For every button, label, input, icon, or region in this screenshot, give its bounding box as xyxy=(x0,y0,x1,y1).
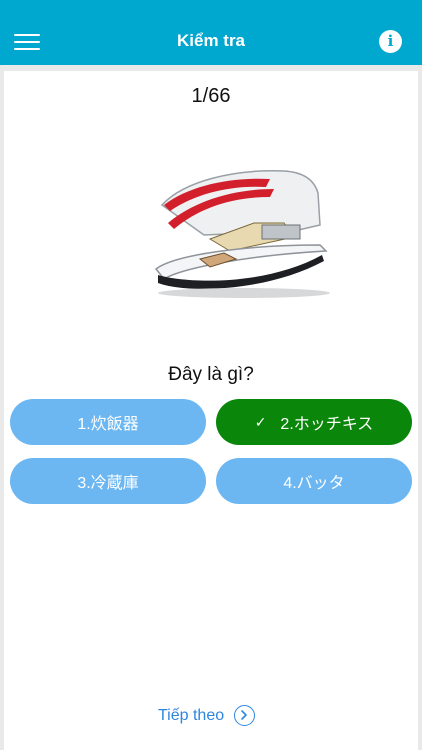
stapler-illustration xyxy=(154,170,330,298)
page-title: Kiểm tra xyxy=(176,31,246,50)
top-bar: Kiểm tra i xyxy=(0,0,422,65)
answer-label: 1.炊飯器 xyxy=(77,416,139,433)
question-text: Đây là gì? xyxy=(168,364,254,385)
chevron-right-circle-icon xyxy=(234,705,256,726)
info-icon[interactable]: i xyxy=(379,30,402,53)
next-label: Tiếp theo xyxy=(158,706,225,724)
question-counter: 1/66 xyxy=(191,85,231,107)
next-button[interactable]: Tiếp theo xyxy=(158,705,256,726)
answer-option-4[interactable]: 4.バッタ xyxy=(216,458,412,504)
answer-option-2[interactable]: ✓ 2.ホッチキス xyxy=(216,399,412,445)
app-root: Kiểm tra i 1/66 Đây là gì? 1.炊飯器 ✓ 2.ホッチ… xyxy=(0,0,422,750)
answer-option-3[interactable]: 3.冷蔵庫 xyxy=(10,458,206,504)
answer-label: 2.ホッチキス xyxy=(280,416,374,433)
answer-option-1[interactable]: 1.炊飯器 xyxy=(10,399,206,445)
answer-label: 3.冷蔵庫 xyxy=(77,475,139,492)
checkmark-icon: ✓ xyxy=(254,413,267,430)
quiz-card: 1/66 Đây là gì? 1.炊飯器 ✓ 2.ホッチキス 3.冷蔵庫 4.… xyxy=(4,71,418,750)
answer-label: 4.バッタ xyxy=(283,475,345,492)
